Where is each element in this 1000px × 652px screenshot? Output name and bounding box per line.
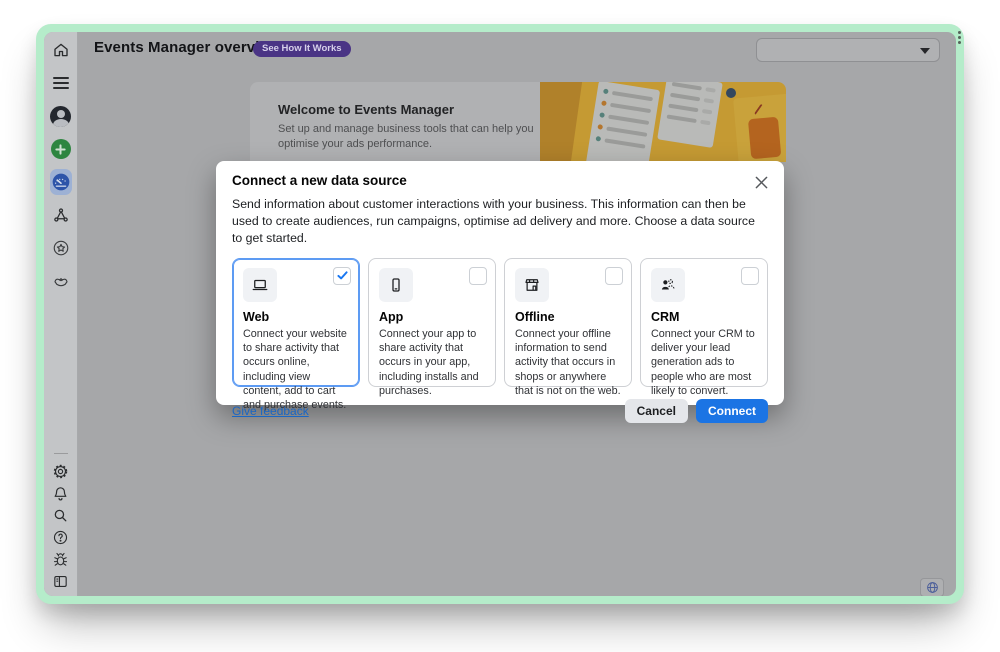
- card-title: Web: [243, 310, 349, 324]
- banner-title: Welcome to Events Manager: [278, 102, 540, 117]
- sidebar-item-notifications[interactable]: [51, 483, 71, 503]
- banner-subtitle: Set up and manage business tools that ca…: [278, 122, 540, 152]
- welcome-banner: Welcome to Events Manager Set up and man…: [250, 82, 786, 162]
- page-title: Events Manager overview: [94, 39, 280, 56]
- bell-icon: [52, 485, 69, 502]
- data-source-card-crm[interactable]: CRM Connect your CRM to deliver your lea…: [640, 258, 768, 387]
- data-source-card-app[interactable]: App Connect your app to share activity t…: [368, 258, 496, 387]
- chevron-down-icon: [920, 48, 930, 54]
- see-how-it-works-badge[interactable]: See How It Works: [253, 41, 351, 57]
- data-source-cards: Web Connect your website to share activi…: [232, 258, 768, 387]
- cancel-button[interactable]: Cancel: [625, 399, 688, 423]
- card-description: Connect your CRM to deliver your lead ge…: [651, 327, 757, 399]
- sidebar-item-achievements[interactable]: [50, 237, 72, 259]
- card-description: Connect your offline information to send…: [515, 327, 621, 399]
- sidebar-item-help[interactable]: [51, 527, 71, 547]
- sidebar-item-partners[interactable]: [50, 204, 72, 226]
- card-title: App: [379, 310, 485, 324]
- data-source-card-offline[interactable]: Offline Connect your offline information…: [504, 258, 632, 387]
- card-description: Connect your app to share activity that …: [379, 327, 485, 399]
- people-icon: [659, 276, 677, 294]
- avatar: [50, 106, 71, 127]
- sidebar-item-care[interactable]: [50, 270, 72, 292]
- laptop-icon: [251, 276, 269, 294]
- panel-toggle-icon: [52, 573, 69, 590]
- check-icon: [337, 271, 348, 280]
- star-badge-icon: [52, 239, 70, 257]
- crm-icon-tile: [651, 268, 685, 302]
- sidebar-divider: [54, 453, 68, 454]
- close-icon: [755, 176, 768, 189]
- storefront-icon: [523, 276, 541, 294]
- bug-icon: [52, 551, 69, 568]
- gear-icon: [52, 463, 69, 480]
- account-dropdown[interactable]: [756, 38, 940, 62]
- modal-close-button[interactable]: [751, 172, 771, 192]
- offline-checkbox-unchecked[interactable]: [605, 267, 623, 285]
- app-checkbox-unchecked[interactable]: [469, 267, 487, 285]
- offline-icon-tile: [515, 268, 549, 302]
- connect-data-source-modal: Connect a new data source Send informati…: [216, 161, 784, 405]
- card-title: Offline: [515, 310, 621, 324]
- app-icon-tile: [379, 268, 413, 302]
- modal-title: Connect a new data source: [232, 173, 768, 188]
- crm-checkbox-unchecked[interactable]: [741, 267, 759, 285]
- screenshot-frame: Events Manager overview See How It Works…: [36, 24, 964, 604]
- data-source-card-web[interactable]: Web Connect your website to share activi…: [232, 258, 360, 387]
- web-icon-tile: [243, 268, 277, 302]
- home-icon: [52, 41, 70, 59]
- sidebar-item-search[interactable]: [51, 505, 71, 525]
- hamburger-menu-icon: [53, 76, 69, 90]
- frame-handle-dots-icon: [958, 31, 961, 44]
- partners-triangle-icon: [52, 206, 70, 224]
- plus-icon: [51, 139, 71, 159]
- events-manager-gauge-icon: [50, 169, 72, 195]
- hands-icon: [52, 272, 70, 290]
- sidebar-item-profile[interactable]: [50, 105, 72, 127]
- web-checkbox-checked[interactable]: [333, 267, 351, 285]
- sidebar: [44, 32, 78, 596]
- help-icon: [52, 529, 69, 546]
- globe-icon: [926, 581, 939, 594]
- sidebar-item-home[interactable]: [50, 39, 72, 61]
- card-description: Connect your website to share activity t…: [243, 327, 349, 413]
- language-globe-button[interactable]: [920, 578, 944, 596]
- sidebar-item-settings[interactable]: [51, 461, 71, 481]
- sidebar-item-events-manager[interactable]: [50, 171, 72, 193]
- sidebar-item-collapse-panel[interactable]: [51, 571, 71, 591]
- sidebar-item-bug-report[interactable]: [51, 549, 71, 569]
- sidebar-item-create[interactable]: [50, 138, 72, 160]
- banner-illustration: [540, 82, 786, 162]
- mobile-phone-icon: [387, 276, 405, 294]
- connect-button[interactable]: Connect: [696, 399, 768, 423]
- events-manager-app: Events Manager overview See How It Works…: [44, 32, 956, 596]
- card-title: CRM: [651, 310, 757, 324]
- search-icon: [52, 507, 69, 524]
- sidebar-item-menu[interactable]: [50, 72, 72, 94]
- modal-description: Send information about customer interact…: [232, 196, 766, 248]
